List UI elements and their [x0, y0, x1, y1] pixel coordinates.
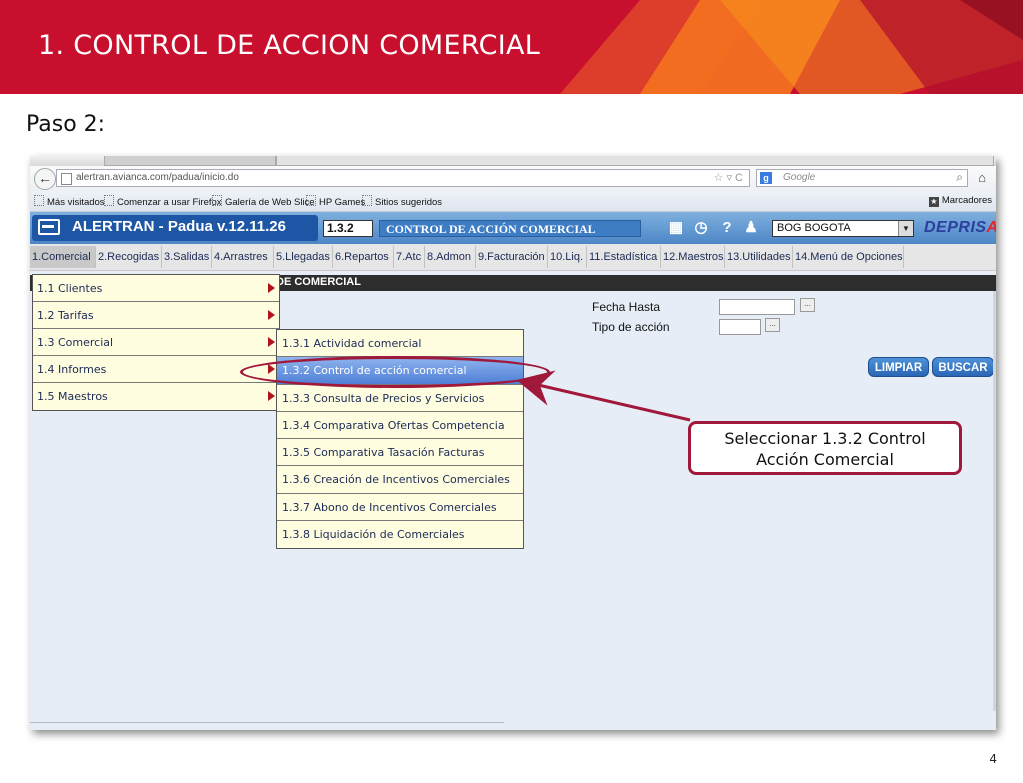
option-title-box: CONTROL DE ACCIÓN COMERCIAL [379, 220, 641, 237]
submenu-item-ofertas-competencia[interactable]: 1.3.4 Comparativa Ofertas Competencia [277, 412, 523, 440]
menu-liq[interactable]: 10.Liq. [548, 246, 587, 268]
submenu-arrow-icon [268, 337, 275, 347]
option-title: CONTROL DE ACCIÓN COMERCIAL [386, 222, 596, 236]
truck-icon [38, 219, 60, 235]
menu-estadistica[interactable]: 11.Estadística [587, 246, 661, 268]
menu-comercial[interactable]: 1.Comercial [30, 246, 96, 268]
submenu-arrow-icon [268, 310, 275, 320]
menu-recogidas[interactable]: 2.Recogidas [96, 246, 162, 268]
bookmarks-menu[interactable]: ★ Marcadores [928, 195, 992, 207]
submenu-item-tasacion-facturas[interactable]: 1.3.5 Comparativa Tasación Facturas [277, 439, 523, 467]
brand-logo: DEPRISA [924, 219, 996, 236]
menu-salidas[interactable]: 3.Salidas [162, 246, 212, 268]
home-icon[interactable]: ⌂ [972, 169, 992, 187]
menu-repartos[interactable]: 6.Repartos [333, 246, 394, 268]
bookmarks-icon: ★ [928, 197, 939, 207]
help-icon[interactable]: ? [718, 219, 736, 237]
menu-facturacion[interactable]: 9.Facturación [476, 246, 548, 268]
app-logo: ALERTRAN - Padua v.12.11.26 [32, 215, 318, 241]
menu-atc[interactable]: 7.Atc [394, 246, 425, 268]
submenu-item-abono-incentivos[interactable]: 1.3.7 Abono de Incentivos Comerciales [277, 494, 523, 522]
submenu-comercial: 1.1 Clientes 1.2 Tarifas 1.3 Comercial 1… [32, 274, 280, 411]
buscar-button[interactable]: BUSCAR [932, 357, 994, 377]
back-icon[interactable]: ← [34, 168, 56, 190]
instruction-callout: Seleccionar 1.3.2 Control Acción Comerci… [688, 421, 962, 475]
chevron-down-icon[interactable]: ▼ [898, 221, 913, 236]
menu-arrastres[interactable]: 4.Arrastres [212, 246, 274, 268]
submenu-item-comercial[interactable]: 1.3 Comercial [33, 329, 279, 356]
vertical-scrollbar[interactable] [993, 291, 996, 711]
page-number: 4 [989, 752, 997, 766]
clock-icon[interactable]: ◷ [692, 219, 710, 237]
browser-tab-active[interactable] [276, 156, 994, 166]
submenu-arrow-icon [268, 391, 275, 401]
office-select[interactable]: BOG BOGOTA ▼ [772, 220, 914, 237]
tipo-accion-picker-button[interactable]: ... [765, 318, 780, 332]
option-code-input[interactable]: 1.3.2 [323, 220, 373, 237]
bookmark-item[interactable]: HP Games [306, 195, 365, 208]
submenu-item-creacion-incentivos[interactable]: 1.3.6 Creación de Incentivos Comerciales [277, 466, 523, 494]
callout-text: Seleccionar 1.3.2 Control Acción Comerci… [691, 428, 959, 470]
step-label: Paso 2: [26, 112, 106, 137]
menu-utilidades[interactable]: 13.Utilidades [725, 246, 793, 268]
app-title: ALERTRAN - Padua v.12.11.26 [72, 218, 286, 235]
submenu-item-consulta-precios[interactable]: 1.3.3 Consulta de Precios y Servicios [277, 385, 523, 412]
bookmarks-bar: Más visitados Comenzar a usar Firefox Ga… [30, 191, 996, 212]
url-bar-icons: ☆ ▿ C [714, 171, 743, 184]
menu-llegadas[interactable]: 5.Llegadas [274, 246, 333, 268]
submenu-arrow-icon [268, 283, 275, 293]
star-icon[interactable]: ☆ [714, 172, 724, 184]
browser-nav-row: ← alertran.avianca.com/padua/inicio.do ☆… [30, 166, 996, 191]
submenu-item-liquidacion[interactable]: 1.3.8 Liquidación de Comerciales [277, 521, 523, 548]
url-text: alertran.avianca.com/padua/inicio.do [76, 172, 239, 183]
submenu-item-clientes[interactable]: 1.1 Clientes [33, 275, 279, 302]
highlight-ellipse [240, 356, 550, 388]
callout-line-1: Seleccionar 1.3.2 Control [724, 429, 926, 448]
section-title: DE COMERCIAL [276, 276, 361, 288]
search-placeholder: Google [783, 172, 816, 183]
app-header: ALERTRAN - Padua v.12.11.26 1.3.2 CONTRO… [30, 212, 996, 244]
calculator-icon[interactable]: ▦ [667, 219, 685, 237]
callout-line-2: Acción Comercial [756, 450, 894, 469]
bookmark-item[interactable]: Sitios sugeridos [362, 195, 442, 208]
tipo-accion-input[interactable] [719, 319, 761, 335]
user-icon[interactable]: ♟ [742, 219, 760, 237]
main-menu: 1.Comercial 2.Recogidas 3.Salidas 4.Arra… [30, 244, 996, 271]
search-icon[interactable]: ⌕ [956, 170, 963, 185]
slide-header: 1. CONTROL DE ACCION COMERCIAL [0, 0, 1023, 94]
bookmark-item[interactable]: Más visitados [34, 195, 105, 208]
url-bar[interactable]: alertran.avianca.com/padua/inicio.do ☆ ▿… [56, 169, 750, 187]
menu-maestros[interactable]: 12.Maestros [661, 246, 725, 268]
google-icon[interactable]: g [760, 172, 772, 184]
fecha-hasta-input[interactable] [719, 299, 795, 315]
submenu-item-maestros[interactable]: 1.5 Maestros [33, 383, 279, 410]
tipo-accion-label: Tipo de acción [592, 320, 670, 334]
refresh-icon[interactable]: C [735, 172, 743, 184]
date-picker-button[interactable]: ... [800, 298, 815, 312]
office-value: BOG BOGOTA [777, 222, 851, 234]
menu-admon[interactable]: 8.Admon [425, 246, 476, 268]
submenu-item-actividad[interactable]: 1.3.1 Actividad comercial [277, 330, 523, 358]
page-icon [61, 173, 72, 185]
submenu-item-tarifas[interactable]: 1.2 Tarifas [33, 302, 279, 329]
dropdown-icon[interactable]: ▿ [726, 172, 732, 184]
search-input[interactable]: g Google ⌕ [756, 169, 968, 187]
limpiar-button[interactable]: LIMPIAR [868, 357, 929, 377]
status-divider [30, 722, 504, 723]
bookmark-item[interactable]: Comenzar a usar Firefox [104, 195, 222, 208]
browser-tab[interactable] [104, 156, 276, 166]
slide-title: 1. CONTROL DE ACCION COMERCIAL [38, 30, 541, 61]
menu-opciones[interactable]: 14.Menú de Opciones [793, 246, 904, 268]
fecha-hasta-label: Fecha Hasta [592, 300, 661, 314]
bookmark-item[interactable]: Galería de Web Slice [212, 195, 315, 208]
